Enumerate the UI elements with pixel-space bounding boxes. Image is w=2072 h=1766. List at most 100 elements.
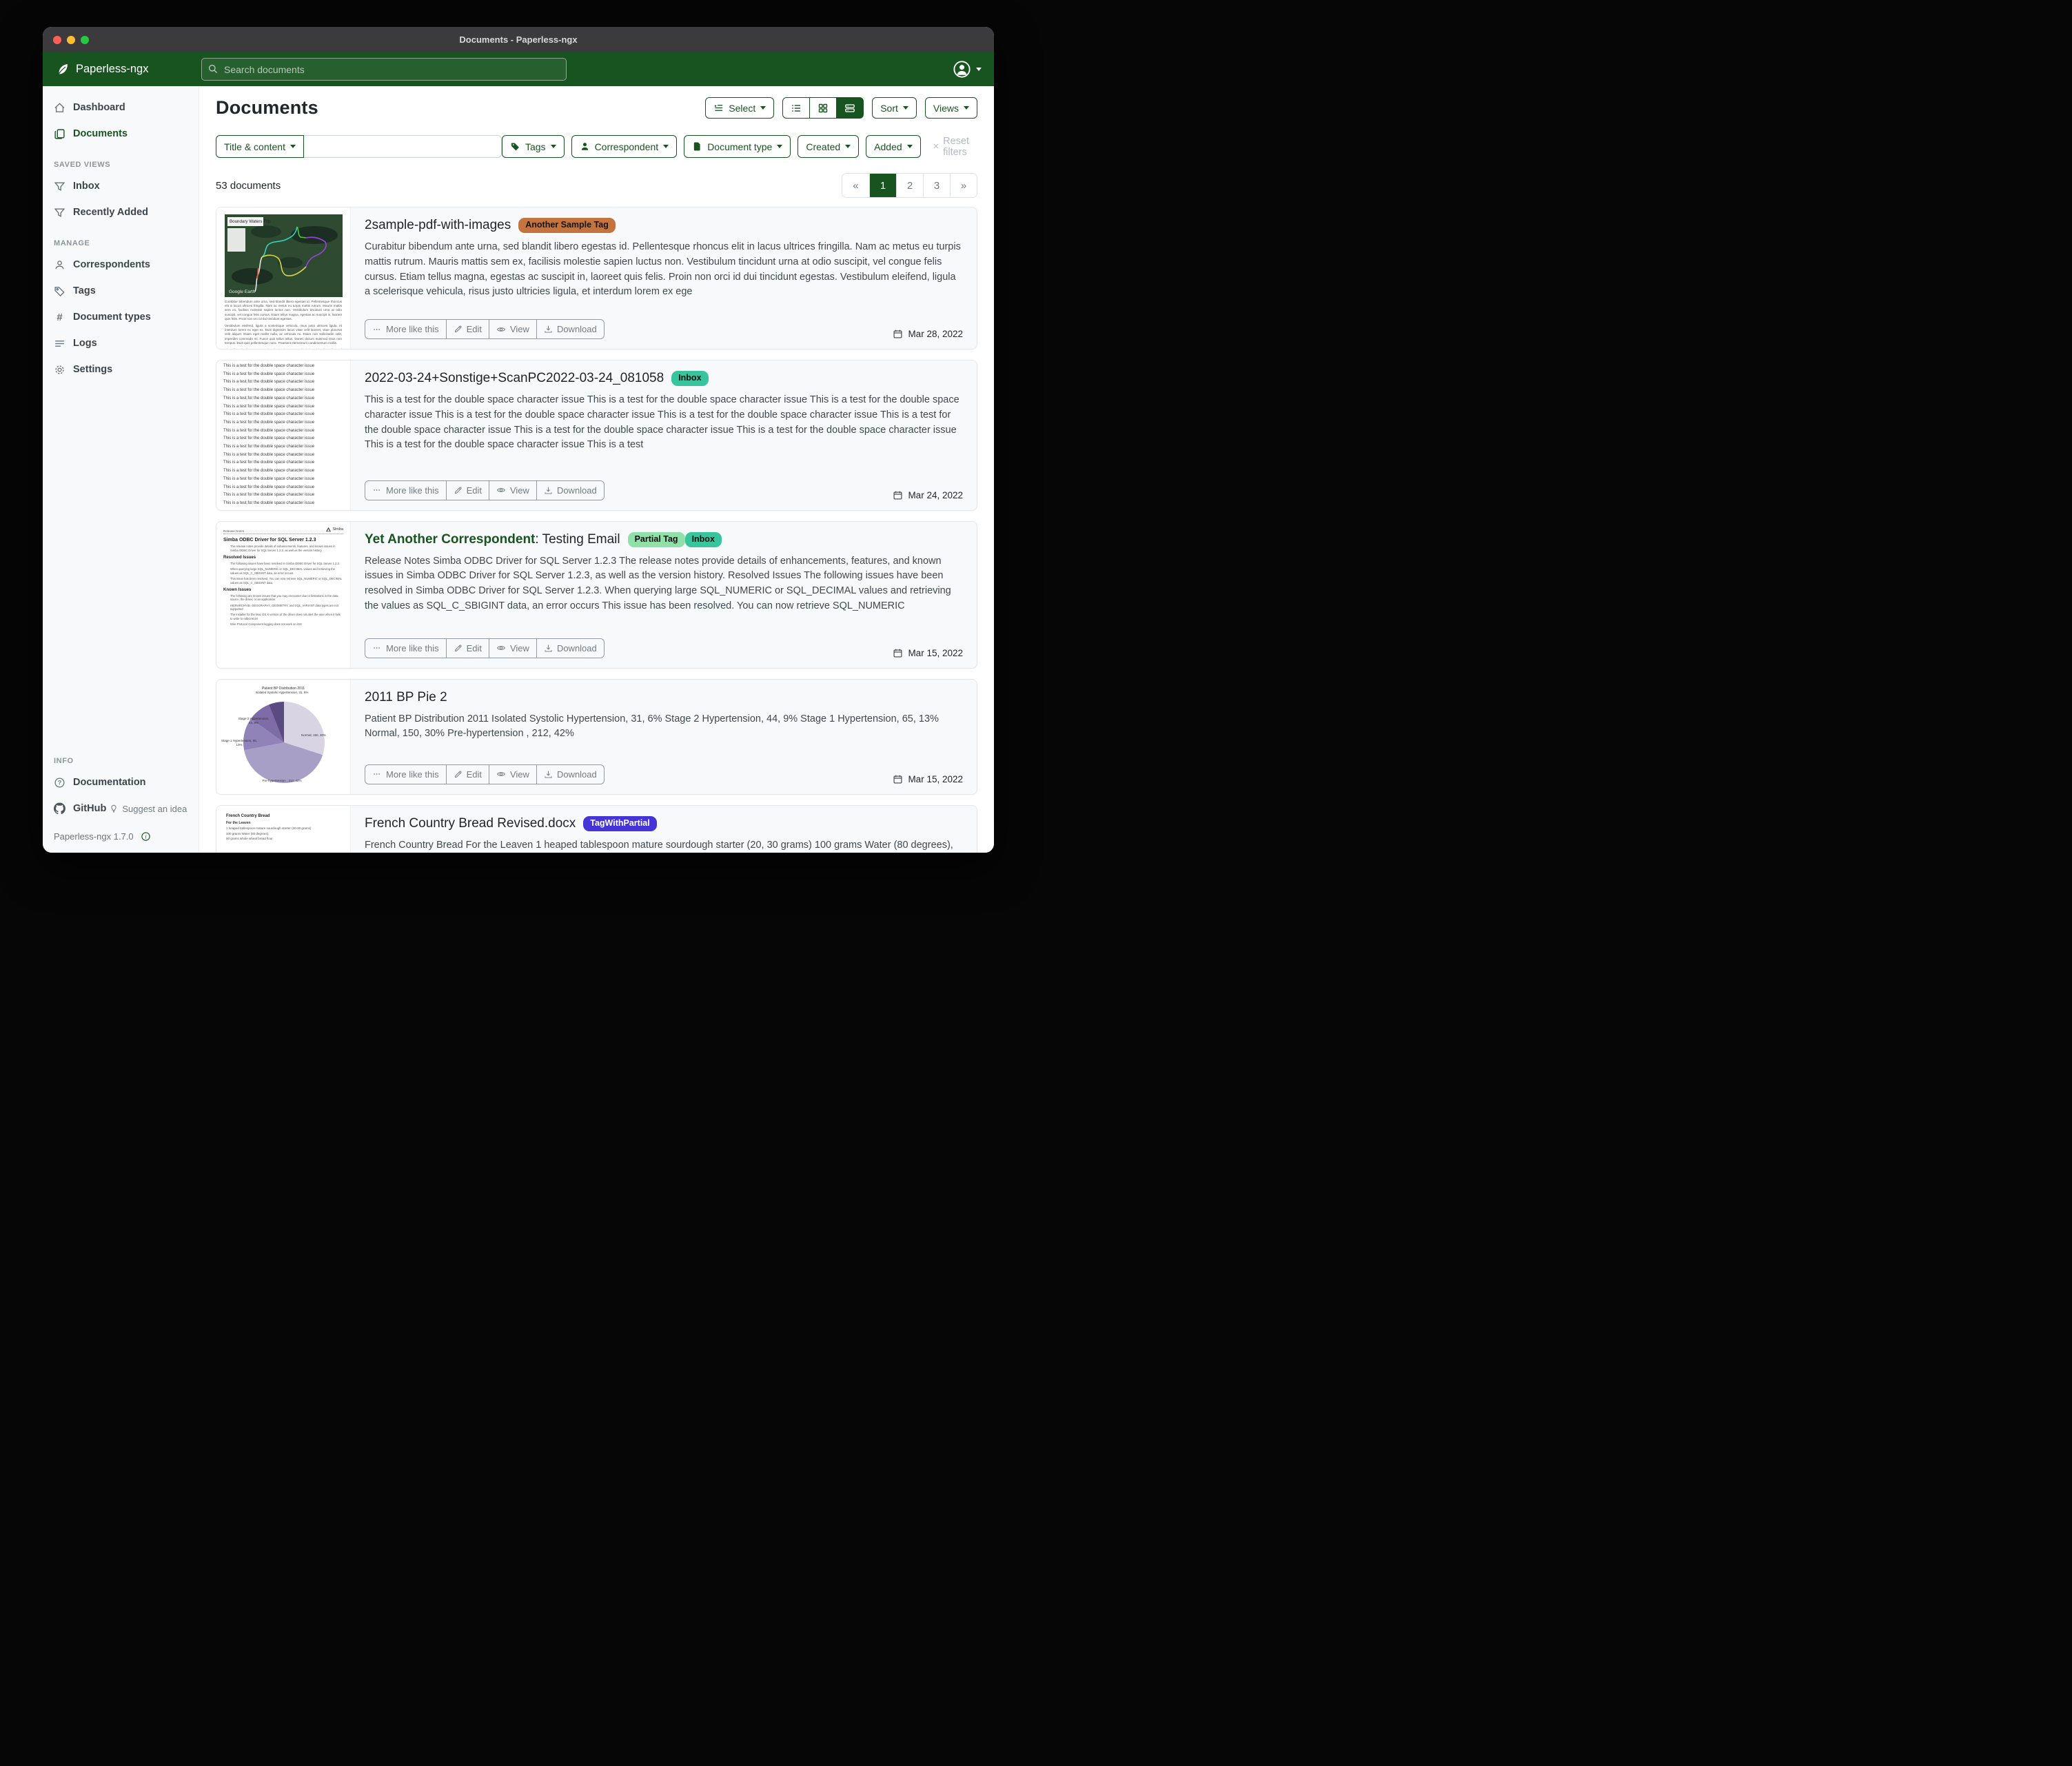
pagination: « 1 2 3 » bbox=[842, 173, 977, 198]
sort-label: Sort bbox=[880, 103, 898, 114]
main-content: Documents Select bbox=[199, 86, 994, 853]
sidebar-item-inbox[interactable]: Inbox bbox=[43, 173, 199, 199]
tags-filter-button[interactable]: Tags bbox=[502, 135, 565, 158]
pagination-page-2[interactable]: 2 bbox=[896, 174, 923, 197]
view-button[interactable]: View bbox=[489, 765, 536, 784]
chevron-down-icon bbox=[663, 145, 669, 148]
filter-label: Added bbox=[874, 141, 902, 152]
document-title[interactable]: 2011 BP Pie 2 bbox=[365, 690, 447, 705]
pagination-next[interactable]: » bbox=[950, 174, 977, 197]
document-thumbnail[interactable]: Patient BP Distribution 2011Normal, 150,… bbox=[216, 680, 351, 794]
more-like-this-button[interactable]: More like this bbox=[365, 639, 446, 658]
edit-button[interactable]: Edit bbox=[446, 481, 489, 500]
suggest-idea-link[interactable]: Suggest an idea bbox=[109, 804, 187, 814]
pencil-icon bbox=[454, 325, 463, 334]
tag-badge[interactable]: Another Sample Tag bbox=[518, 218, 616, 233]
document-card: Release NotesSimbaSimba ODBC Driver for … bbox=[216, 521, 977, 669]
added-filter-button[interactable]: Added bbox=[866, 135, 920, 158]
document-title[interactable]: 2022-03-24+Sonstige+ScanPC2022-03-24_081… bbox=[365, 371, 664, 386]
detail-view-button[interactable] bbox=[836, 97, 864, 119]
edit-button[interactable]: Edit bbox=[446, 639, 489, 658]
tag-icon bbox=[54, 285, 65, 297]
download-button[interactable]: Download bbox=[536, 320, 604, 338]
document-thumbnail[interactable]: This is a test for the double space char… bbox=[216, 361, 351, 510]
edit-button[interactable]: Edit bbox=[446, 320, 489, 338]
documents-icon bbox=[54, 128, 65, 140]
reset-filters-button[interactable]: × Reset filters bbox=[933, 136, 977, 158]
sidebar-item-label: Correspondents bbox=[73, 259, 150, 270]
sort-button[interactable]: Sort bbox=[872, 97, 917, 119]
search-icon bbox=[207, 63, 219, 74]
download-button[interactable]: Download bbox=[536, 765, 604, 784]
pagination-page-1[interactable]: 1 bbox=[869, 174, 896, 197]
select-icon bbox=[713, 103, 724, 113]
grid-view-button[interactable] bbox=[809, 97, 837, 119]
more-like-this-button[interactable]: More like this bbox=[365, 481, 446, 500]
sidebar-item-settings[interactable]: Settings bbox=[43, 356, 199, 383]
edit-button[interactable]: Edit bbox=[446, 765, 489, 784]
user-menu[interactable] bbox=[953, 60, 982, 79]
more-like-this-button[interactable]: More like this bbox=[365, 320, 446, 338]
sidebar-item-correspondents[interactable]: Correspondents bbox=[43, 252, 199, 278]
ellipsis-icon bbox=[372, 769, 382, 779]
document-title[interactable]: Yet Another Correspondent: Testing Email bbox=[365, 532, 620, 547]
tag-badge[interactable]: Inbox bbox=[685, 532, 722, 547]
document-date: Mar 24, 2022 bbox=[893, 490, 963, 500]
document-date: Mar 15, 2022 bbox=[893, 648, 963, 658]
tag-icon bbox=[510, 141, 520, 152]
view-button[interactable]: View bbox=[489, 320, 536, 338]
macos-titlebar: Documents - Paperless-ngx bbox=[43, 27, 994, 52]
pagination-prev[interactable]: « bbox=[842, 174, 869, 197]
pagination-page-3[interactable]: 3 bbox=[923, 174, 950, 197]
view-button[interactable]: View bbox=[489, 481, 536, 500]
document-thumbnail[interactable]: Release NotesSimbaSimba ODBC Driver for … bbox=[216, 522, 351, 668]
document-thumbnail[interactable]: Boundary Waters TripGoogle EarthCurabitu… bbox=[216, 207, 351, 349]
zoom-window-button[interactable] bbox=[81, 36, 89, 44]
download-button[interactable]: Download bbox=[536, 481, 604, 500]
sidebar-item-recently-added[interactable]: Recently Added bbox=[43, 199, 199, 225]
correspondent-filter-button[interactable]: Correspondent bbox=[571, 135, 678, 158]
document-excerpt: French Country Bread For the Leaven 1 he… bbox=[365, 838, 963, 853]
sidebar-item-dashboard[interactable]: Dashboard bbox=[43, 94, 199, 121]
calendar-icon bbox=[893, 774, 903, 784]
chevron-down-icon bbox=[907, 145, 913, 148]
tag-badge[interactable]: Partial Tag bbox=[628, 532, 685, 547]
more-like-this-button[interactable]: More like this bbox=[365, 765, 446, 784]
sidebar-item-github[interactable]: GitHub bbox=[43, 795, 109, 822]
list-view-button[interactable] bbox=[782, 97, 810, 119]
hash-icon: # bbox=[54, 312, 65, 323]
window-title: Documents - Paperless-ngx bbox=[459, 34, 577, 45]
document-type-filter-button[interactable]: Document type bbox=[684, 135, 791, 158]
document-title[interactable]: French Country Bread Revised.docx bbox=[365, 816, 576, 831]
x-icon: × bbox=[933, 141, 939, 152]
close-window-button[interactable] bbox=[53, 36, 61, 44]
home-icon bbox=[54, 102, 65, 114]
person-icon bbox=[580, 141, 590, 152]
sidebar-item-label: Logs bbox=[73, 338, 97, 349]
sidebar-item-document-types[interactable]: # Document types bbox=[43, 304, 199, 330]
sidebar-item-label: Settings bbox=[73, 364, 112, 375]
sidebar-item-logs[interactable]: Logs bbox=[43, 330, 199, 356]
sidebar-item-documents[interactable]: Documents bbox=[43, 121, 199, 147]
chevron-down-icon bbox=[903, 106, 908, 110]
pie-slice-label: Normal, 150, 30% bbox=[294, 733, 334, 738]
tag-badge[interactable]: Inbox bbox=[671, 371, 708, 386]
document-thumbnail[interactable]: French Country BreadFor the Leaven1 heap… bbox=[216, 806, 351, 853]
page-title: Documents bbox=[216, 97, 318, 119]
view-mode-toggle bbox=[782, 97, 864, 119]
view-button[interactable]: View bbox=[489, 639, 536, 658]
views-button[interactable]: Views bbox=[925, 97, 977, 119]
filter-text-input[interactable] bbox=[304, 135, 502, 158]
created-filter-button[interactable]: Created bbox=[798, 135, 859, 158]
minimize-window-button[interactable] bbox=[67, 36, 75, 44]
search-field-selector[interactable]: Title & content bbox=[216, 135, 304, 158]
brand[interactable]: Paperless-ngx bbox=[55, 62, 201, 77]
tag-badge[interactable]: TagWithPartial bbox=[583, 816, 656, 831]
search-input[interactable] bbox=[201, 58, 567, 81]
download-button[interactable]: Download bbox=[536, 639, 604, 658]
select-button[interactable]: Select bbox=[705, 97, 774, 119]
info-circle-icon[interactable]: i bbox=[141, 831, 151, 842]
document-title[interactable]: 2sample-pdf-with-images bbox=[365, 218, 511, 233]
sidebar-item-documentation[interactable]: ? Documentation bbox=[43, 769, 199, 795]
sidebar-item-tags[interactable]: Tags bbox=[43, 278, 199, 304]
